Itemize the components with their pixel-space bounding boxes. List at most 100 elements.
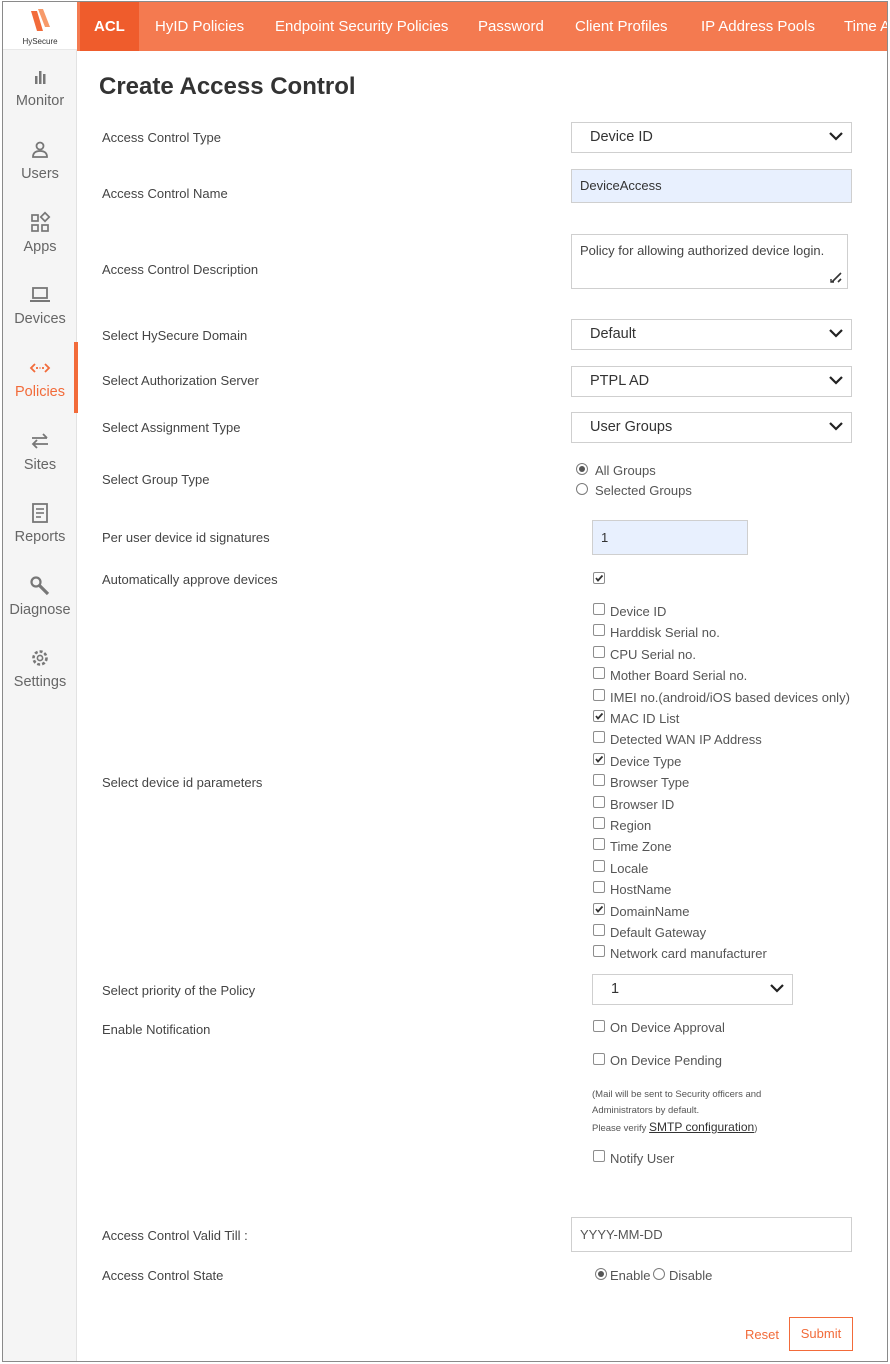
valid-till-input[interactable]: YYYY-MM-DD [571, 1217, 852, 1252]
authorization-server-select[interactable]: PTPL AD [571, 366, 852, 397]
select-value: User Groups [590, 419, 673, 435]
access-control-name-label: Access Control Name [102, 186, 228, 201]
device-param-checkbox[interactable] [593, 603, 605, 615]
device-param-checkbox[interactable] [593, 774, 605, 786]
device-param-checkbox[interactable] [593, 667, 605, 679]
device-param-checkbox[interactable] [593, 924, 605, 936]
device-param-checkbox[interactable] [593, 903, 605, 915]
sidebar-item-label: Diagnose [9, 602, 71, 618]
sidebar-item-label: Sites [23, 457, 57, 473]
tab-client-profiles[interactable]: Client Profiles [575, 2, 668, 51]
access-control-type-label: Access Control Type [102, 130, 221, 145]
device-param-checkbox[interactable] [593, 689, 605, 701]
notify-user-checkbox[interactable] [593, 1150, 605, 1162]
device-param-label: Network card manufacturer [610, 946, 767, 961]
hysecure-logo[interactable]: HySecure [3, 2, 77, 50]
sidebar-item-diagnose[interactable]: Diagnose [3, 574, 77, 644]
notification-note: (Mail will be sent to Security officers … [592, 1087, 761, 1137]
device-param-checkbox[interactable] [593, 796, 605, 808]
bar-chart-icon [35, 71, 46, 84]
sidebar-item-devices[interactable]: Devices [3, 283, 77, 353]
valid-till-label: Access Control Valid Till : [102, 1228, 248, 1243]
access-control-name-input[interactable]: DeviceAccess [571, 169, 852, 203]
device-param-checkbox[interactable] [593, 731, 605, 743]
tab-hyid-policies[interactable]: HyID Policies [155, 2, 244, 51]
device-param-label: Time Zone [610, 839, 672, 854]
notify-user-label: Notify User [610, 1151, 675, 1166]
device-param-label: Default Gateway [610, 925, 707, 940]
device-param-label: HostName [610, 882, 672, 897]
authorization-server-label: Select Authorization Server [102, 373, 259, 388]
device-param-label: DomainName [610, 904, 690, 919]
radio-disable[interactable] [653, 1268, 665, 1280]
device-param-label: IMEI no.(android/iOS based devices only) [610, 690, 850, 705]
device-param-checkbox[interactable] [593, 860, 605, 872]
device-param-checkbox[interactable] [593, 817, 605, 829]
device-param-checkbox[interactable] [593, 838, 605, 850]
note-line: Please verify [592, 1123, 647, 1134]
sidebar-item-users[interactable]: Users [3, 138, 77, 208]
device-signatures-input[interactable]: 1 [592, 520, 748, 555]
auto-approve-label: Automatically approve devices [102, 572, 278, 587]
note-line: Administrators by default. [592, 1105, 700, 1116]
device-param-checkbox[interactable] [593, 624, 605, 636]
tab-ip-address-pools[interactable]: IP Address Pools [701, 2, 815, 51]
device-param-checkbox[interactable] [593, 710, 605, 722]
policy-priority-select[interactable]: 1 [592, 974, 793, 1005]
radio-all-groups-label: All Groups [595, 463, 656, 478]
sidebar-item-policies[interactable]: Policies [3, 356, 77, 426]
radio-enable[interactable] [595, 1268, 607, 1280]
checkmark-icon [595, 905, 604, 913]
on-device-approval-checkbox[interactable] [593, 1020, 605, 1032]
device-param-checkbox[interactable] [593, 753, 605, 765]
enable-notification-label: Enable Notification [102, 1022, 211, 1037]
auto-approve-checkbox[interactable] [593, 572, 605, 584]
sidebar-item-label: Reports [14, 529, 66, 545]
tab-password[interactable]: Password [478, 2, 544, 51]
sidebar-item-sites[interactable]: Sites [3, 429, 77, 499]
device-param-label: Device ID [610, 604, 667, 619]
assignment-type-select[interactable]: User Groups [571, 412, 852, 443]
device-param-label: Locale [610, 861, 649, 876]
hysecure-domain-label: Select HySecure Domain [102, 328, 248, 343]
main-content: Create Access Control Access Control Typ… [78, 51, 887, 1361]
chevron-down-icon [829, 422, 843, 431]
access-control-state-label: Access Control State [102, 1268, 224, 1283]
access-control-description-textarea[interactable]: Policy for allowing authorized device lo… [571, 234, 848, 289]
group-type-label: Select Group Type [102, 472, 210, 487]
radio-disable-label: Disable [669, 1268, 713, 1283]
hysecure-domain-select[interactable]: Default [571, 319, 852, 350]
device-param-label: Region [610, 818, 652, 833]
checkmark-icon [595, 755, 604, 763]
device-param-label: Device Type [610, 754, 682, 769]
device-param-checkbox[interactable] [593, 881, 605, 893]
chevron-down-icon [829, 132, 843, 141]
swap-arrows-icon [31, 433, 48, 449]
access-control-description-label: Access Control Description [102, 262, 259, 277]
sidebar-item-settings[interactable]: Settings [3, 646, 77, 716]
policies-arrows-icon [29, 363, 51, 373]
reset-button[interactable]: Reset [745, 1327, 779, 1342]
on-device-pending-checkbox[interactable] [593, 1053, 605, 1065]
resize-handle-icon[interactable] [829, 270, 843, 284]
submit-button[interactable]: Submit [789, 1317, 853, 1351]
chevron-down-icon [829, 376, 843, 385]
tab-acl[interactable]: ACL [80, 2, 139, 51]
sidebar-item-label: Apps [23, 239, 57, 255]
access-control-type-select[interactable]: Device ID [571, 122, 852, 153]
radio-all-groups[interactable] [576, 463, 588, 475]
device-param-label: Browser ID [610, 797, 675, 812]
device-param-checkbox[interactable] [593, 646, 605, 658]
smtp-configuration-link[interactable]: SMTP configuration [649, 1120, 754, 1134]
sidebar-item-label: Monitor [15, 93, 65, 109]
apps-grid-icon [31, 211, 51, 232]
sidebar-item-label: Settings [13, 674, 67, 690]
sidebar-item-monitor[interactable]: Monitor [3, 65, 77, 135]
sidebar-item-apps[interactable]: Apps [3, 211, 77, 281]
sidebar-item-reports[interactable]: Reports [3, 501, 77, 571]
tab-endpoint-security-policies[interactable]: Endpoint Security Policies [275, 2, 448, 51]
tab-time-access[interactable]: Time A [844, 2, 887, 51]
device-param-checkbox[interactable] [593, 945, 605, 957]
radio-selected-groups[interactable] [576, 483, 588, 495]
device-params-label: Select device id parameters [102, 775, 263, 790]
